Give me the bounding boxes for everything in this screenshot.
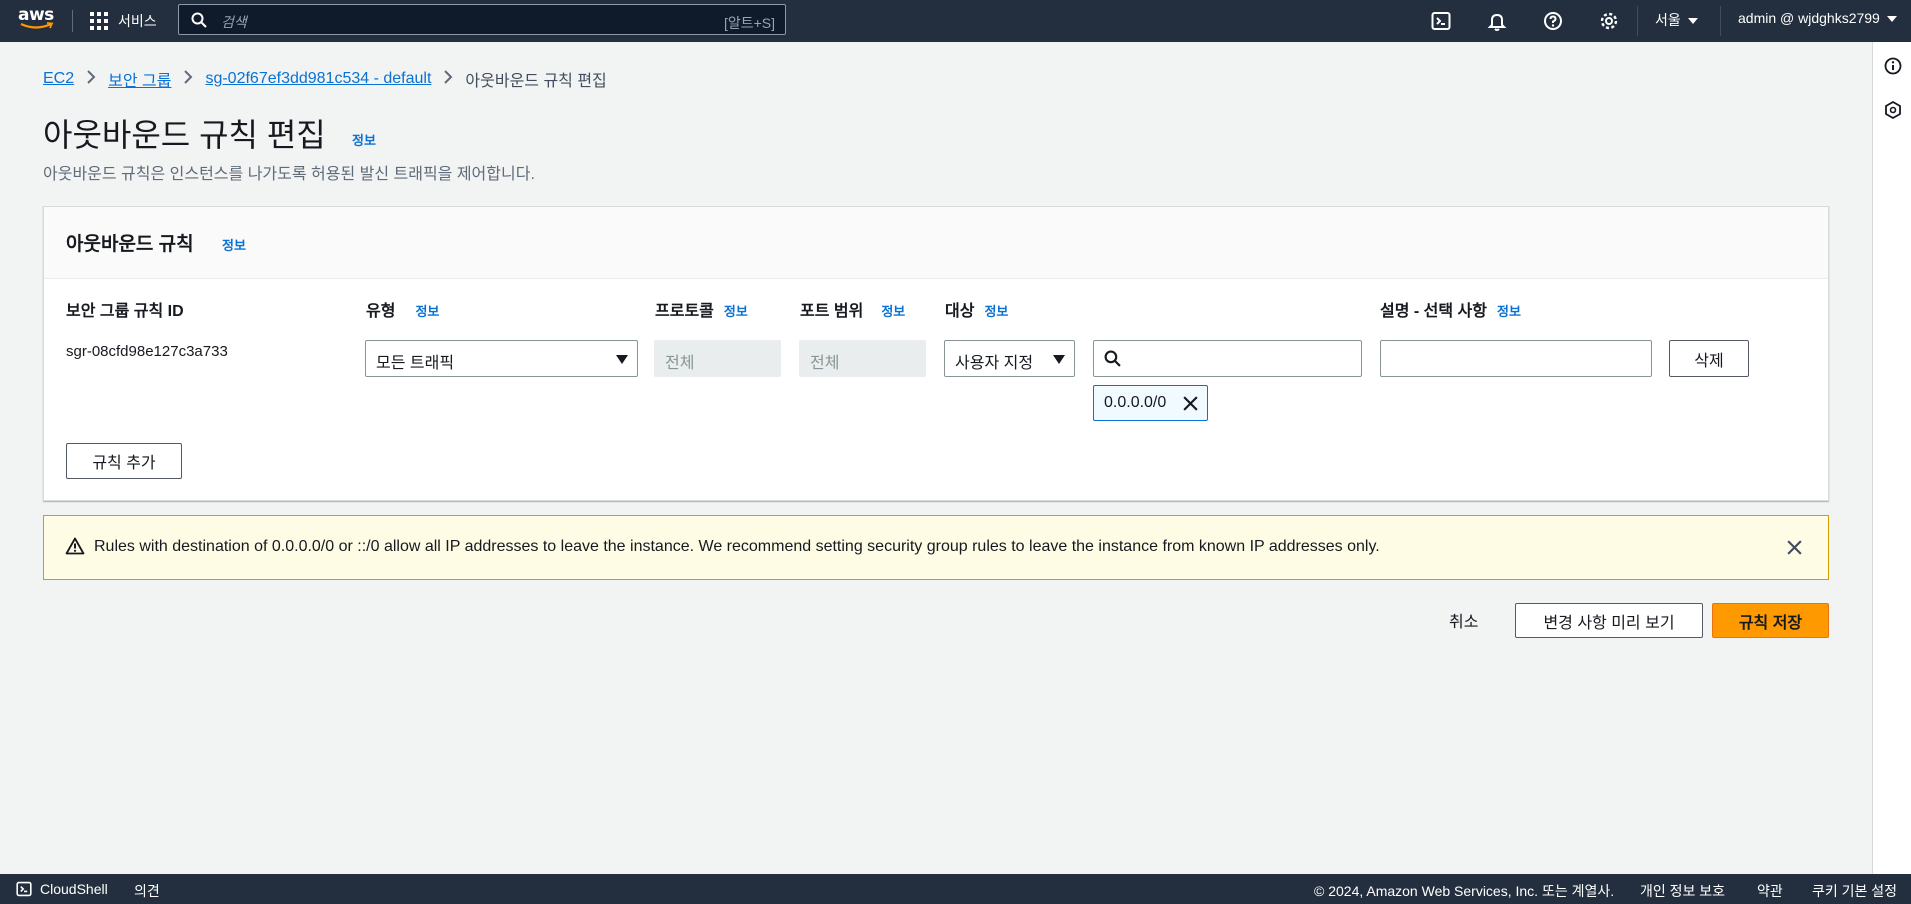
- grid-icon: [90, 12, 108, 30]
- bell-icon[interactable]: [1486, 10, 1508, 32]
- destination-token: 0.0.0.0/0: [1093, 385, 1208, 421]
- save-label: 규칙 저장: [1738, 614, 1803, 632]
- caret-down-icon: [616, 355, 628, 364]
- protocol-info-link[interactable]: 정보: [724, 304, 748, 319]
- cookie-preferences-link[interactable]: 쿠키 기본 설정: [1812, 881, 1897, 901]
- column-header-rule-id: 보안 그룹 규칙 ID: [66, 297, 184, 321]
- description-info-link[interactable]: 정보: [1497, 304, 1521, 319]
- protocol-value: 전체: [665, 355, 695, 372]
- panel-title: 아웃바운드 규칙: [66, 234, 194, 255]
- add-rule-label: 규칙 추가: [92, 455, 156, 472]
- help-icon[interactable]: [1542, 10, 1564, 32]
- cloudshell-label: CloudShell: [40, 881, 108, 897]
- destination-search-input[interactable]: [1093, 340, 1362, 377]
- feedback-link[interactable]: 의견: [134, 881, 160, 901]
- page-info-link[interactable]: 정보: [352, 130, 376, 149]
- services-label: 서비스: [118, 13, 157, 29]
- page-description: 아웃바운드 규칙은 인스턴스를 나가도록 허용된 발신 트래픽을 제어합니다.: [43, 166, 535, 183]
- breadcrumb-current: 아웃바운드 규칙 편집: [465, 73, 607, 90]
- destination-type-value: 사용자 지정: [955, 355, 1034, 372]
- region-label: 서울: [1655, 12, 1681, 28]
- save-rules-button[interactable]: 규칙 저장: [1712, 603, 1829, 638]
- nav-separator: [1720, 6, 1721, 36]
- rule-id-value: sgr-08cfd98e127c3a733: [66, 343, 228, 360]
- cloudshell-icon: [16, 881, 32, 897]
- chevron-right-icon: [443, 69, 453, 89]
- nav-divider: [72, 10, 73, 32]
- column-header-port-range: 포트 범위 정보: [800, 297, 905, 321]
- preview-changes-button[interactable]: 변경 사항 미리 보기: [1515, 603, 1703, 638]
- chevron-right-icon: [86, 69, 96, 89]
- search-icon: [1104, 350, 1121, 367]
- copyright-text: © 2024, Amazon Web Services, Inc. 또는 계열사…: [1314, 883, 1615, 899]
- page-title: 아웃바운드 규칙 편집: [43, 117, 326, 153]
- warning-icon: [65, 537, 85, 555]
- port-range-value: 전체: [810, 355, 840, 372]
- search-input[interactable]: 검색 [알트+S]: [178, 4, 786, 35]
- chevron-right-icon: [183, 69, 193, 89]
- close-icon[interactable]: [1182, 395, 1199, 412]
- cancel-button[interactable]: 취소: [1449, 608, 1478, 632]
- breadcrumb-security-groups[interactable]: 보안 그룹: [108, 67, 171, 91]
- column-header-description: 설명 - 선택 사항 정보: [1380, 297, 1521, 321]
- column-label: 프로토콜: [655, 303, 714, 320]
- chevron-down-icon: [1886, 16, 1897, 23]
- type-select-value: 모든 트래픽: [376, 355, 455, 372]
- close-icon[interactable]: [1786, 539, 1803, 556]
- delete-rule-button[interactable]: 삭제: [1669, 340, 1749, 377]
- nav-separator: [1637, 6, 1638, 36]
- account-menu[interactable]: admin @ wjdghks2799: [1738, 10, 1897, 26]
- cloudshell-icon[interactable]: [1430, 10, 1452, 32]
- footer: CloudShell 의견 © 2024, Amazon Web Service…: [0, 874, 1911, 904]
- feedback-hexagon-icon[interactable]: [1883, 100, 1903, 120]
- column-header-protocol: 프로토콜 정보: [655, 297, 748, 321]
- warning-alert: Rules with destination of 0.0.0.0/0 or :…: [43, 515, 1829, 580]
- info-icon[interactable]: [1883, 56, 1903, 76]
- description-input[interactable]: [1380, 340, 1652, 377]
- port-range-input: 전체: [799, 340, 926, 377]
- column-label: 보안 그룹 규칙 ID: [66, 303, 184, 320]
- breadcrumb: EC2 보안 그룹 sg-02f67ef3dd981c534 - default…: [43, 67, 607, 91]
- column-header-destination: 대상 정보: [945, 297, 1008, 321]
- search-icon: [191, 12, 207, 28]
- type-select[interactable]: 모든 트래픽: [365, 340, 638, 377]
- port-range-info-link[interactable]: 정보: [881, 304, 905, 319]
- top-navigation: aws 서비스 검색 [알트+S] 서울 admin @ wjdghks2799: [0, 0, 1911, 42]
- warning-text: Rules with destination of 0.0.0.0/0 or :…: [94, 538, 1380, 555]
- preview-label: 변경 사항 미리 보기: [1543, 614, 1675, 632]
- account-label: admin @ wjdghks2799: [1738, 10, 1880, 26]
- destination-info-link[interactable]: 정보: [984, 304, 1008, 319]
- type-info-link[interactable]: 정보: [415, 304, 439, 319]
- search-placeholder: 검색: [221, 14, 247, 30]
- services-menu-button[interactable]: 서비스: [90, 11, 157, 31]
- column-label: 유형: [366, 303, 396, 320]
- protocol-input: 전체: [654, 340, 781, 377]
- caret-down-icon: [1053, 355, 1065, 364]
- destination-type-select[interactable]: 사용자 지정: [944, 340, 1075, 377]
- right-rail: [1872, 42, 1911, 874]
- panel-info-link[interactable]: 정보: [222, 235, 246, 254]
- chevron-down-icon: [1687, 18, 1698, 25]
- outbound-rules-panel: 아웃바운드 규칙 정보 보안 그룹 규칙 ID 유형 정보 프로토콜 정보 포트 범…: [43, 206, 1829, 501]
- column-header-type: 유형 정보: [366, 297, 439, 321]
- column-label: 대상: [945, 303, 975, 320]
- column-label: 설명 - 선택 사항: [1380, 303, 1487, 320]
- column-label: 포트 범위: [800, 303, 864, 320]
- search-shortcut: [알트+S]: [723, 15, 775, 31]
- add-rule-button[interactable]: 규칙 추가: [66, 443, 182, 479]
- cloudshell-button[interactable]: CloudShell: [16, 881, 108, 897]
- region-selector[interactable]: 서울: [1655, 10, 1698, 30]
- delete-label: 삭제: [1694, 352, 1724, 370]
- gear-icon[interactable]: [1598, 10, 1620, 32]
- breadcrumb-ec2[interactable]: EC2: [43, 70, 74, 88]
- panel-header: 아웃바운드 규칙 정보: [44, 207, 1828, 279]
- aws-logo[interactable]: aws: [18, 6, 58, 36]
- breadcrumb-security-group-id[interactable]: sg-02f67ef3dd981c534 - default: [205, 70, 431, 88]
- terms-link[interactable]: 약관: [1757, 881, 1783, 901]
- destination-token-value: 0.0.0.0/0: [1104, 394, 1167, 411]
- privacy-link[interactable]: 개인 정보 보호: [1640, 881, 1725, 901]
